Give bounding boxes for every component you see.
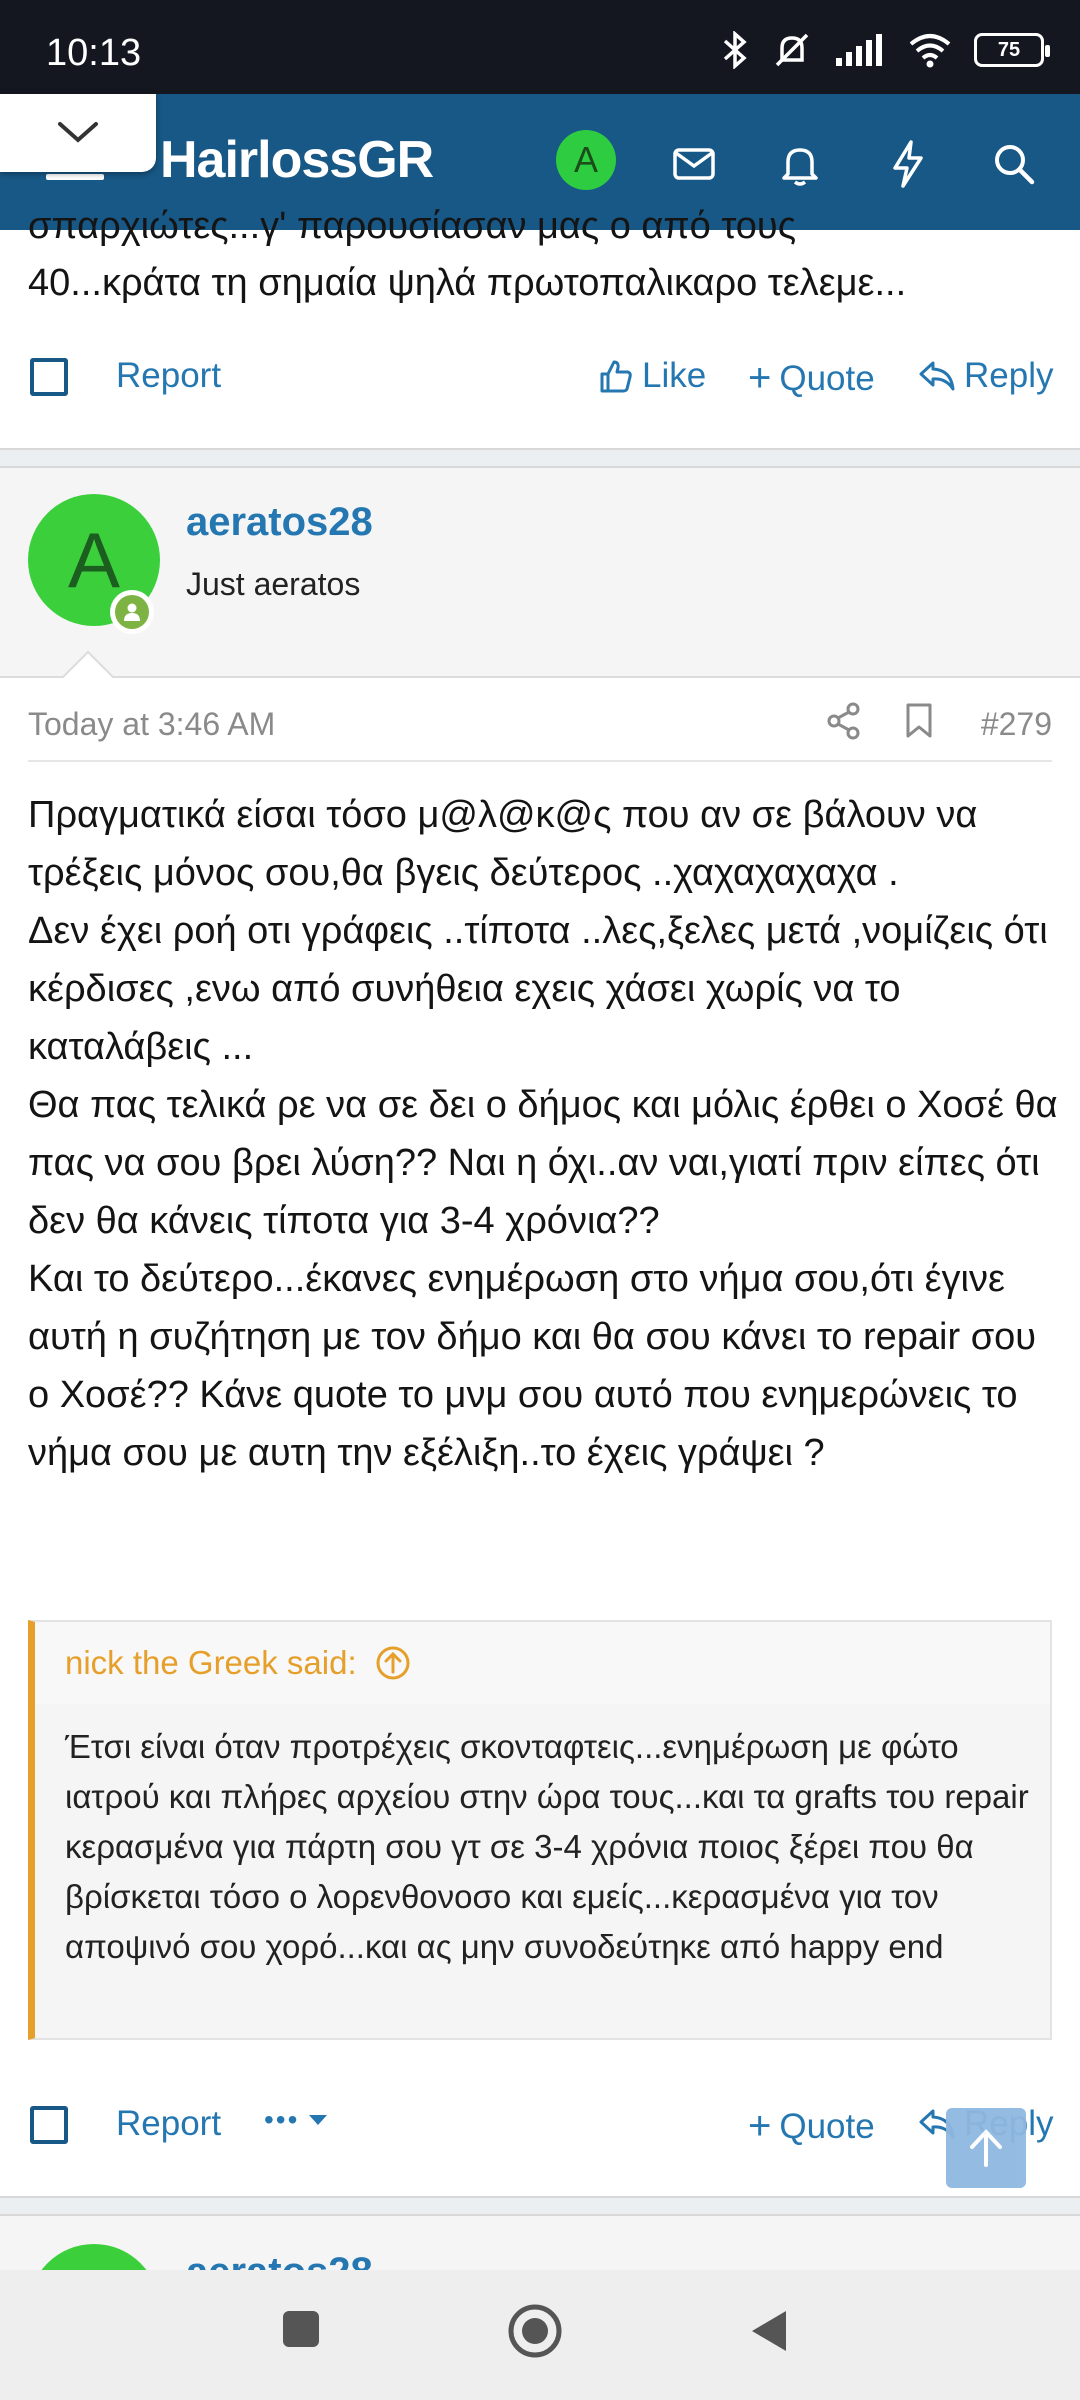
caret-down-icon (309, 2115, 328, 2125)
plus-icon: + (748, 2104, 772, 2148)
arrow-up-circle-icon (376, 1646, 410, 1680)
mail-icon[interactable] (664, 134, 724, 194)
more-dots-icon: ••• (264, 2104, 300, 2135)
battery-icon: 75 (974, 33, 1050, 67)
battery-level: 75 (997, 38, 1021, 61)
plus-icon: + (748, 356, 772, 400)
share-icon[interactable] (826, 702, 862, 745)
bluetooth-icon (723, 31, 747, 69)
reply-label: Reply (964, 356, 1054, 395)
thumbs-up-icon (600, 360, 632, 393)
bookmark-icon[interactable] (904, 702, 934, 745)
menu-icon[interactable] (46, 174, 104, 192)
post-meta: Today at 3:46 AM #279 (28, 692, 1052, 762)
next-post-user-block (0, 2216, 1080, 2276)
like-label: Like (642, 356, 707, 395)
post-paragraph: Θα πας τελικά ρε να σε δει ο δήμος και μ… (28, 1084, 1058, 1242)
status-icons: 75 (720, 30, 1050, 70)
more-options-button[interactable]: ••• (264, 2104, 329, 2136)
previous-post-actions: Report Like + Quote Reply (0, 332, 1080, 422)
silent-icon (775, 33, 809, 67)
online-status-icon (110, 590, 154, 634)
post-separator (0, 2196, 1080, 2216)
like-button[interactable]: Like (598, 356, 706, 396)
select-checkbox[interactable] (30, 358, 68, 396)
arrow-up-icon (970, 2129, 1002, 2167)
report-label: Report (116, 356, 222, 395)
chevron-down-icon (58, 122, 98, 143)
quote-author-link[interactable]: nick the Greek said: (65, 1644, 411, 1682)
search-icon[interactable] (984, 134, 1044, 194)
signal-icon (836, 34, 882, 66)
post-date[interactable]: Today at 3:46 AM (28, 706, 275, 743)
account-avatar[interactable]: A (556, 130, 616, 190)
site-logo[interactable]: HairlossGR (160, 130, 434, 190)
select-checkbox[interactable] (30, 2106, 68, 2144)
quote-button[interactable]: + Quote (748, 356, 875, 401)
lightning-icon[interactable] (878, 134, 938, 194)
quote-block: nick the Greek said: Έτσι είναι όταν προ… (28, 1620, 1052, 2040)
back-button[interactable] (748, 2308, 790, 2359)
report-link[interactable]: Report (116, 2104, 221, 2144)
post-paragraph: Πραγματικά είσαι τόσο μ@λ@κ@ς που αν σε … (28, 794, 978, 894)
report-label: Report (116, 2104, 222, 2143)
quote-button[interactable]: + Quote (748, 2104, 875, 2149)
status-bar: 10:13 75 (0, 0, 1080, 94)
post-body: Πραγματικά είσαι τόσο μ@λ@κ@ς που αν σε … (28, 786, 1058, 1482)
quote-author: nick the Greek said: (65, 1644, 357, 1681)
previous-post-cutoff-line: σπαρχιώτες...γ' παρουσίασαν μας ο από το… (28, 205, 797, 247)
recents-button[interactable] (280, 2308, 322, 2355)
post-username[interactable]: aeratos28 (186, 500, 373, 545)
post-user-block: A aeratos28 Just aeratos (0, 468, 1080, 678)
post-actions: Report ••• + Quote Reply (0, 2080, 1080, 2170)
previous-post-last-line: 40...κράτα τη σημαία ψηλά πρωτοπαλικαρο … (28, 262, 907, 304)
post-paragraph: Και το δεύτερο...έκανες ενημέρωση στο νή… (28, 1258, 1037, 1474)
quote-text: Έτσι είναι όταν προτρέχεις σκονταφτεις..… (65, 1728, 1029, 1965)
quote-label: Quote (779, 2106, 875, 2146)
reply-icon (919, 361, 955, 391)
bell-icon[interactable] (770, 134, 830, 194)
post-separator (0, 448, 1080, 468)
quote-header: nick the Greek said: (35, 1622, 1050, 1704)
collapse-header-button[interactable] (0, 94, 156, 172)
post-paragraph: Δεν έχει ροή οτι γράφεις ..τίποτα ..λες,… (28, 910, 1048, 1068)
user-title: Just aeratos (186, 566, 361, 602)
post-number[interactable]: #279 (981, 706, 1052, 743)
system-nav-bar (0, 2270, 1080, 2400)
wifi-icon (909, 34, 951, 68)
report-link[interactable]: Report (116, 356, 221, 396)
status-time: 10:13 (46, 32, 142, 74)
reply-button[interactable]: Reply (918, 356, 1053, 396)
scroll-to-top-button[interactable] (946, 2108, 1026, 2188)
home-button[interactable] (506, 2302, 564, 2365)
quote-label: Quote (779, 358, 875, 398)
